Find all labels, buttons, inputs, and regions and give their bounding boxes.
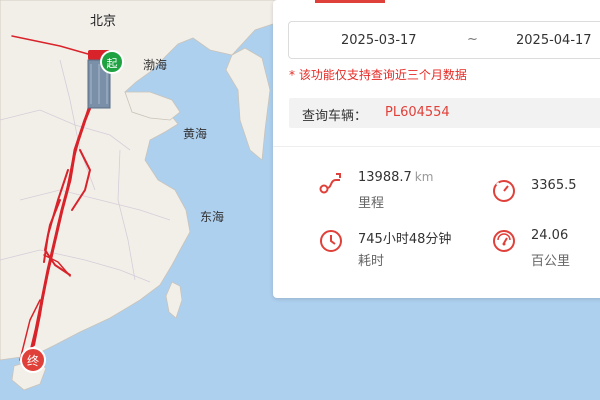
map-label-bohai: 渤海 [143,58,168,72]
distance-label: 里程 [358,196,385,211]
panel-divider [273,146,600,147]
gauge-icon [493,230,515,252]
active-tab-indicator [315,0,385,3]
map-label-huanghai: 黄海 [183,127,208,141]
vehicle-plate[interactable]: PL604554 [385,105,450,120]
map-label-donghai: 东海 [200,210,225,224]
fuel-label: 百公里 [531,254,571,269]
speed-value: 3365.5 [531,178,577,193]
map-label-beijing: 北京 [90,14,117,29]
end-marker-label: 终 [27,353,39,368]
clock-icon [320,230,342,252]
duration-value: 745小时48分钟 [358,232,452,247]
speedometer-icon [493,180,515,202]
query-limit-notice: * 该功能仅支持查询近三个月数据 [289,68,467,82]
start-marker-label: 起 [107,57,118,70]
start-marker-icon[interactable]: 起 [100,50,124,74]
distance-unit: km [414,170,434,184]
duration-label: 耗时 [358,254,385,269]
distance-value: 13988.7 [358,170,412,185]
date-range-separator: ~ [467,32,478,47]
distance-value-row: 13988.7 km [358,170,433,185]
end-marker-icon[interactable]: 终 [20,347,46,373]
date-end-field[interactable]: 2025-04-17 [516,33,592,48]
track-query-panel: 2025-03-17 ~ 2025-04-17 * 该功能仅支持查询近三个月数据… [273,0,600,298]
date-range-picker[interactable]: 2025-03-17 ~ 2025-04-17 [288,21,600,59]
vehicle-info-bar: 查询车辆： PL604554 [289,98,600,128]
vehicle-label: 查询车辆： [302,109,368,124]
date-start-field[interactable]: 2025-03-17 [341,33,417,48]
fuel-value: 24.06 [531,228,569,243]
route-icon [319,173,341,194]
